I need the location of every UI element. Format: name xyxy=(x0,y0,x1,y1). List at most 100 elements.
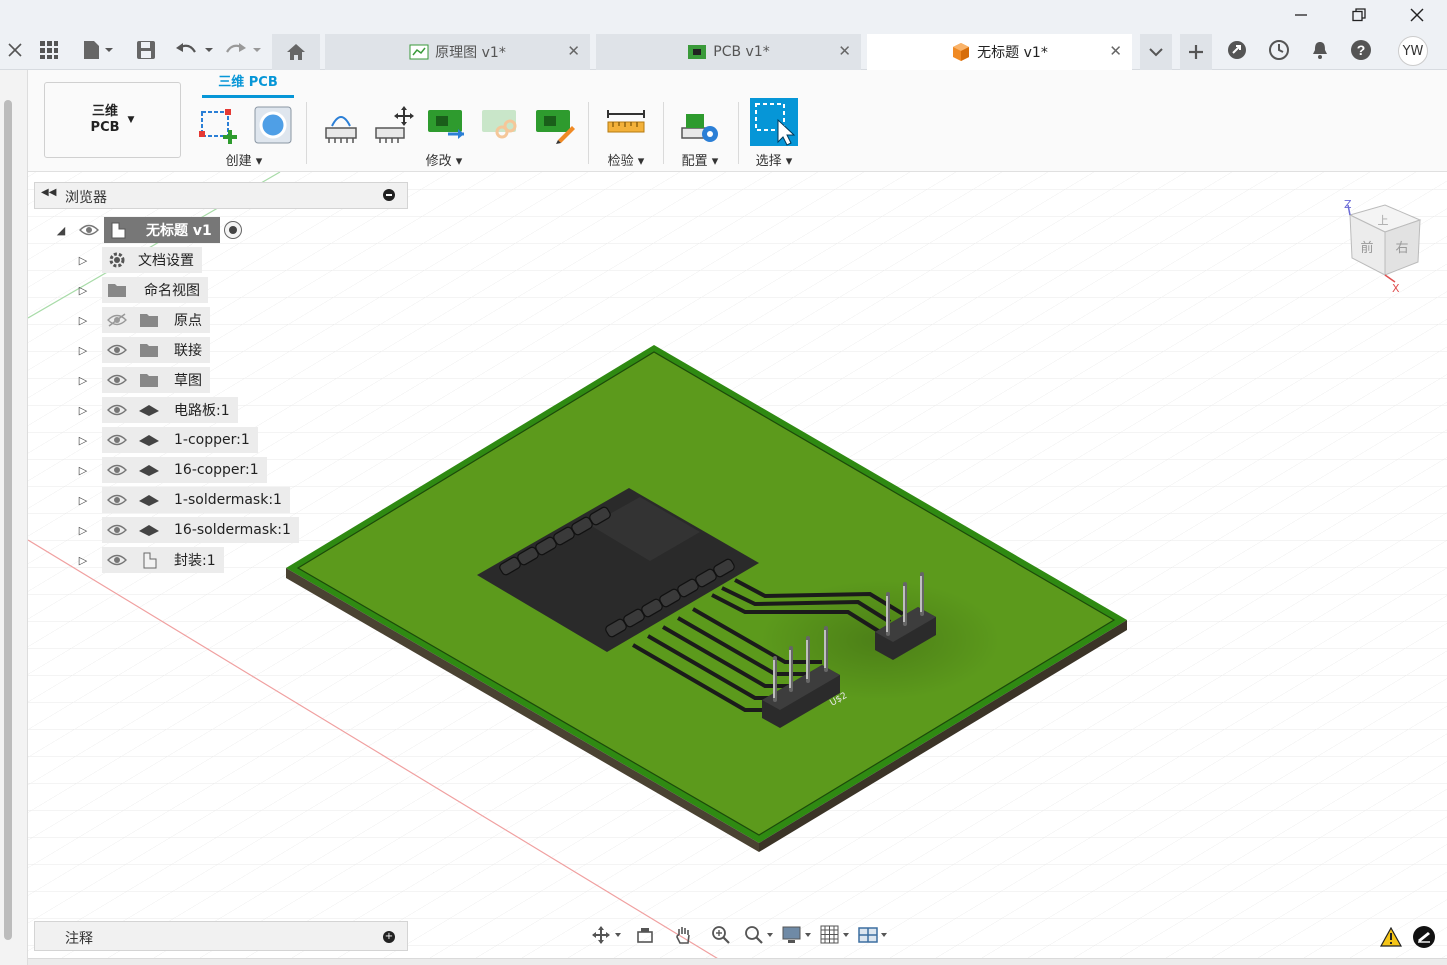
restore-button[interactable] xyxy=(1330,0,1388,30)
tree-item-16-copper[interactable]: ▷ 16-copper:1 xyxy=(76,457,267,483)
help-button[interactable]: ? xyxy=(1346,35,1376,65)
configure-group-label[interactable]: 配置 ▾ xyxy=(670,150,730,169)
scrollbar-thumb[interactable] xyxy=(4,100,12,940)
eye-icon[interactable] xyxy=(106,400,128,420)
job-status-button[interactable] xyxy=(1264,35,1294,65)
eye-icon[interactable] xyxy=(106,460,128,480)
close-panel-button[interactable] xyxy=(0,35,30,65)
eye-icon[interactable] xyxy=(106,490,128,510)
tree-item-joints[interactable]: ▷ 联接 xyxy=(76,337,210,363)
tree-item-pill[interactable]: 封装:1 xyxy=(102,547,224,573)
configure-tool[interactable] xyxy=(678,104,720,146)
tree-root-row[interactable]: ◢ 无标题 v1 xyxy=(54,217,242,243)
create-sketch-tool[interactable] xyxy=(198,104,240,146)
workspace-switcher[interactable]: 三维 PCB ▼ xyxy=(44,82,181,158)
expand-triangle-icon[interactable]: ▷ xyxy=(76,374,90,387)
create-component-tool[interactable] xyxy=(252,104,294,146)
select-group-label[interactable]: 选择 ▾ xyxy=(744,150,804,169)
expand-notes-button[interactable]: + xyxy=(383,931,395,943)
tree-item-1-soldermask[interactable]: ▷ 1-soldermask:1 xyxy=(76,487,290,513)
tree-item-pill[interactable]: 16-copper:1 xyxy=(102,457,267,483)
collapse-triangle-icon[interactable]: ◢ xyxy=(54,224,68,237)
expand-triangle-icon[interactable]: ▷ xyxy=(76,284,90,297)
tree-item-pill[interactable]: 文档设置 xyxy=(102,247,202,273)
zoom-button[interactable] xyxy=(704,921,738,949)
3d-viewport[interactable]: U$2 上 前 右 Z X xyxy=(28,172,1447,960)
expand-triangle-icon[interactable]: ▷ xyxy=(76,404,90,417)
create-group-label[interactable]: 创建 ▾ xyxy=(212,150,276,169)
root-component-pill[interactable]: 无标题 v1 xyxy=(104,217,220,243)
tab-3d-pcb[interactable]: 三维 PCB xyxy=(202,74,294,98)
tree-item-package[interactable]: ▷ 封装:1 xyxy=(76,547,224,573)
expand-triangle-icon[interactable]: ▷ xyxy=(76,314,90,327)
tree-item-board[interactable]: ▷ 电路板:1 xyxy=(76,397,238,423)
expand-triangle-icon[interactable]: ▷ xyxy=(76,494,90,507)
panel-collapse-button[interactable] xyxy=(383,189,395,201)
push-chip-tool[interactable] xyxy=(320,104,362,146)
expand-triangle-icon[interactable]: ▷ xyxy=(76,554,90,567)
save-button[interactable] xyxy=(131,35,161,65)
tree-item-named-views[interactable]: ▷ 命名视图 xyxy=(76,277,208,303)
app-grid-button[interactable] xyxy=(34,35,64,65)
file-menu-button[interactable] xyxy=(78,35,118,65)
undo-button[interactable] xyxy=(174,35,216,65)
tree-item-pill[interactable]: 电路板:1 xyxy=(102,397,238,423)
collapse-panel-icon[interactable]: ◀◀ xyxy=(41,187,56,198)
tree-item-pill[interactable]: 16-soldermask:1 xyxy=(102,517,299,543)
close-tab-button[interactable]: ✕ xyxy=(567,42,580,60)
minimize-button[interactable] xyxy=(1272,0,1330,30)
viewport-canvas[interactable]: U$2 上 前 右 Z X xyxy=(28,172,1447,960)
tree-item-pill[interactable]: 命名视图 xyxy=(102,277,208,303)
activate-radio-button[interactable] xyxy=(223,221,242,239)
eye-icon[interactable] xyxy=(78,220,100,240)
measure-tool[interactable] xyxy=(605,104,647,146)
eye-icon[interactable] xyxy=(106,430,128,450)
tab-pcb[interactable]: PCB v1* ✕ xyxy=(596,34,861,70)
grid-settings-button[interactable] xyxy=(818,921,852,949)
tree-item-pill[interactable]: 联接 xyxy=(102,337,210,363)
extensions-button[interactable] xyxy=(1222,35,1252,65)
tree-item-16-soldermask[interactable]: ▷ 16-soldermask:1 xyxy=(76,517,299,543)
tree-item-pill[interactable]: 1-soldermask:1 xyxy=(102,487,290,513)
expand-triangle-icon[interactable]: ▷ xyxy=(76,344,90,357)
home-tab[interactable] xyxy=(272,34,320,70)
display-settings-button[interactable] xyxy=(780,921,814,949)
expand-triangle-icon[interactable]: ▷ xyxy=(76,434,90,447)
fit-button[interactable] xyxy=(742,921,776,949)
orbit-button[interactable] xyxy=(590,921,624,949)
tab-3d[interactable]: 无标题 v1* ✕ xyxy=(867,34,1132,70)
tree-item-1-copper[interactable]: ▷ 1-copper:1 xyxy=(76,427,258,453)
user-avatar[interactable]: YW xyxy=(1398,36,1428,66)
expand-triangle-icon[interactable]: ▷ xyxy=(76,254,90,267)
select-tool[interactable] xyxy=(750,98,798,146)
expand-triangle-icon[interactable]: ▷ xyxy=(76,524,90,537)
warning-button[interactable] xyxy=(1379,926,1403,947)
tree-item-sketches[interactable]: ▷ 草图 xyxy=(76,367,210,393)
tree-item-doc-settings[interactable]: ▷ 文档设置 xyxy=(76,247,202,273)
tree-item-pill[interactable]: 1-copper:1 xyxy=(102,427,258,453)
eye-hidden-icon[interactable] xyxy=(106,310,128,330)
notes-panel[interactable]: 注释 + xyxy=(34,921,408,951)
edit-board-tool[interactable] xyxy=(534,104,576,146)
feedback-button[interactable] xyxy=(1412,925,1436,949)
tab-schematic[interactable]: 原理图 v1* ✕ xyxy=(325,34,590,70)
pan-button[interactable] xyxy=(666,921,700,949)
redo-button[interactable] xyxy=(222,35,264,65)
eye-icon[interactable] xyxy=(106,520,128,540)
eye-icon[interactable] xyxy=(106,550,128,570)
modify-group-label[interactable]: 修改 ▾ xyxy=(412,150,476,169)
eye-icon[interactable] xyxy=(106,340,128,360)
expand-triangle-icon[interactable]: ▷ xyxy=(76,464,90,477)
look-at-button[interactable] xyxy=(628,921,662,949)
tree-item-pill[interactable]: 原点 xyxy=(102,307,210,333)
close-window-button[interactable] xyxy=(1388,0,1446,30)
move-chip-tool[interactable] xyxy=(372,104,414,146)
close-tab-button[interactable]: ✕ xyxy=(838,42,851,60)
notifications-button[interactable] xyxy=(1305,35,1335,65)
inspect-group-label[interactable]: 检验 ▾ xyxy=(596,150,656,169)
new-tab-button[interactable] xyxy=(1180,34,1212,70)
tab-list-button[interactable] xyxy=(1140,34,1172,70)
eye-icon[interactable] xyxy=(106,370,128,390)
board-modify-tool[interactable] xyxy=(426,104,468,146)
browser-panel-header[interactable]: ◀◀ 浏览器 xyxy=(34,182,408,209)
